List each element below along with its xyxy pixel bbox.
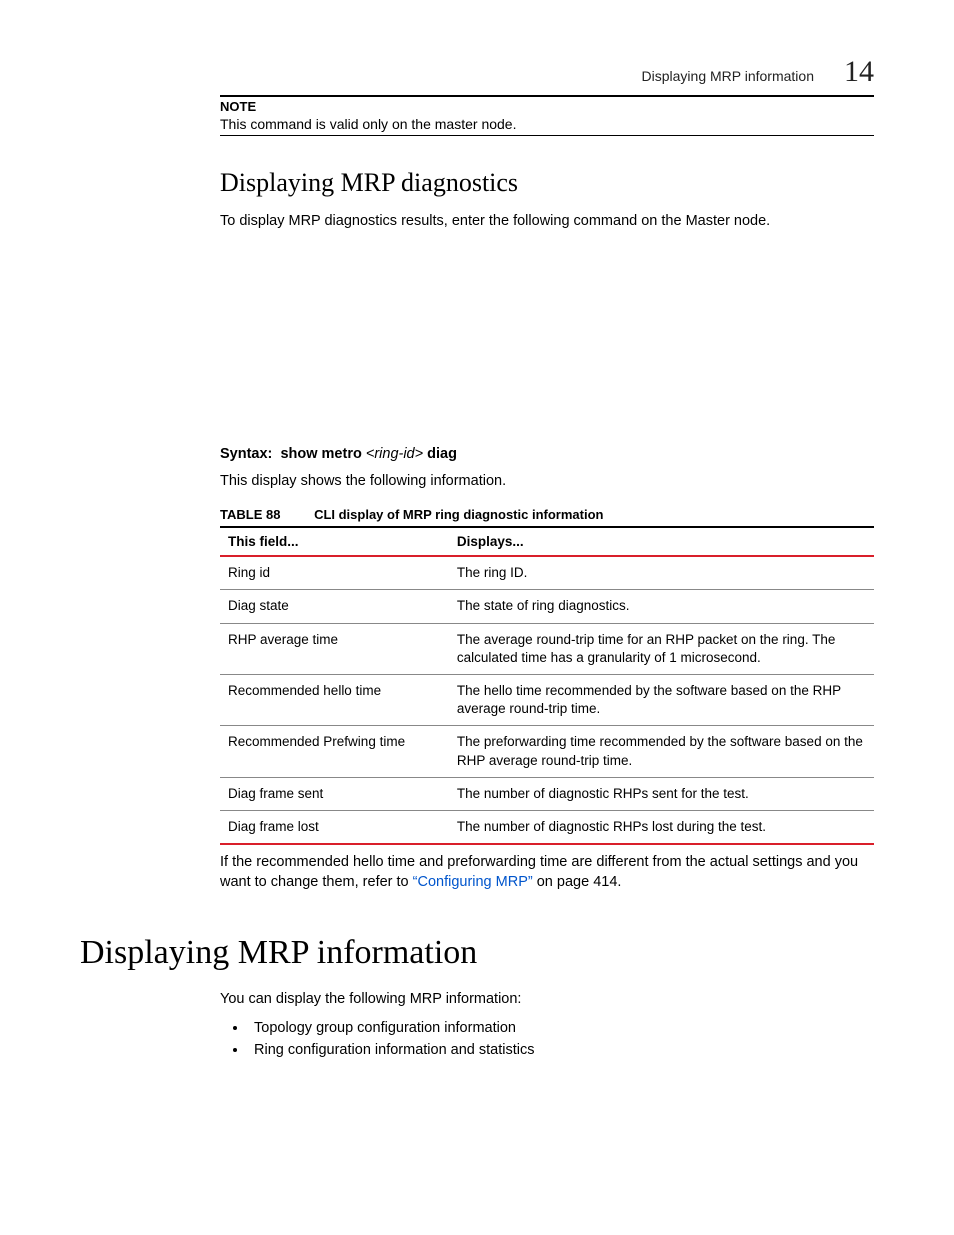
table-header-row: This field... Displays... bbox=[220, 527, 874, 556]
cell-disp: The hello time recommended by the softwa… bbox=[449, 675, 874, 726]
heading-displaying-mrp-information: Displaying MRP information bbox=[80, 934, 874, 972]
page: Displaying MRP information 14 NOTE This … bbox=[0, 0, 954, 1235]
cell-disp: The number of diagnostic RHPs sent for t… bbox=[449, 777, 874, 810]
cell-disp: The average round-trip time for an RHP p… bbox=[449, 623, 874, 674]
cell-field: Ring id bbox=[220, 556, 449, 590]
chapter-number: 14 bbox=[844, 55, 874, 89]
table-row: RHP average time The average round-trip … bbox=[220, 623, 874, 674]
table-caption-title: CLI display of MRP ring diagnostic infor… bbox=[314, 507, 603, 522]
table-caption: TABLE 88 CLI display of MRP ring diagnos… bbox=[220, 507, 874, 522]
cell-disp: The state of ring diagnostics. bbox=[449, 590, 874, 623]
cell-field: Recommended Prefwing time bbox=[220, 726, 449, 777]
heading-diagnostics: Displaying MRP diagnostics bbox=[220, 168, 874, 198]
cell-field: Diag frame lost bbox=[220, 811, 449, 845]
intro-diagnostics: To display MRP diagnostics results, ente… bbox=[220, 212, 874, 232]
table-intro: This display shows the following informa… bbox=[220, 472, 874, 492]
table-row: Diag frame lost The number of diagnostic… bbox=[220, 811, 874, 845]
cell-field: Diag state bbox=[220, 590, 449, 623]
running-title: Displaying MRP information bbox=[642, 68, 814, 84]
running-header: Displaying MRP information 14 bbox=[80, 55, 874, 89]
section-information: You can display the following MRP inform… bbox=[220, 990, 874, 1058]
note-block: NOTE This command is valid only on the m… bbox=[220, 95, 874, 136]
intro-information: You can display the following MRP inform… bbox=[220, 990, 874, 1010]
syntax-label: Syntax: bbox=[220, 446, 272, 462]
th-field: This field... bbox=[220, 527, 449, 556]
table-row: Diag frame sent The number of diagnostic… bbox=[220, 777, 874, 810]
cell-disp: The preforwarding time recommended by th… bbox=[449, 726, 874, 777]
link-configuring-mrp[interactable]: “Configuring MRP” bbox=[413, 874, 533, 890]
syntax-command-pre: show metro bbox=[280, 446, 361, 462]
rule bbox=[220, 95, 874, 97]
bullet-list: Topology group configuration information… bbox=[220, 1020, 874, 1058]
after-table-paragraph: If the recommended hello time and prefor… bbox=[220, 853, 874, 892]
syntax-command-post: diag bbox=[427, 446, 457, 462]
table-row: Recommended Prefwing time The preforward… bbox=[220, 726, 874, 777]
cell-disp: The number of diagnostic RHPs lost durin… bbox=[449, 811, 874, 845]
spacer bbox=[220, 240, 874, 430]
table-diagnostics: This field... Displays... Ring id The ri… bbox=[220, 526, 874, 845]
cell-field: Diag frame sent bbox=[220, 777, 449, 810]
cell-field: RHP average time bbox=[220, 623, 449, 674]
th-displays: Displays... bbox=[449, 527, 874, 556]
section-diagnostics: Displaying MRP diagnostics To display MR… bbox=[220, 168, 874, 892]
list-item: Topology group configuration information bbox=[248, 1020, 874, 1036]
table-row: Ring id The ring ID. bbox=[220, 556, 874, 590]
list-item: Ring configuration information and stati… bbox=[248, 1042, 874, 1058]
rule bbox=[220, 135, 874, 136]
table-row: Recommended hello time The hello time re… bbox=[220, 675, 874, 726]
note-text: This command is valid only on the master… bbox=[220, 116, 874, 132]
syntax-variable: <ring-id> bbox=[366, 446, 423, 462]
after-table-text-post: on page 414. bbox=[533, 874, 622, 890]
cell-field: Recommended hello time bbox=[220, 675, 449, 726]
cell-disp: The ring ID. bbox=[449, 556, 874, 590]
table-row: Diag state The state of ring diagnostics… bbox=[220, 590, 874, 623]
syntax-line: Syntax: show metro <ring-id> diag bbox=[220, 446, 874, 462]
note-label: NOTE bbox=[220, 99, 874, 114]
table-caption-label: TABLE 88 bbox=[220, 507, 280, 522]
